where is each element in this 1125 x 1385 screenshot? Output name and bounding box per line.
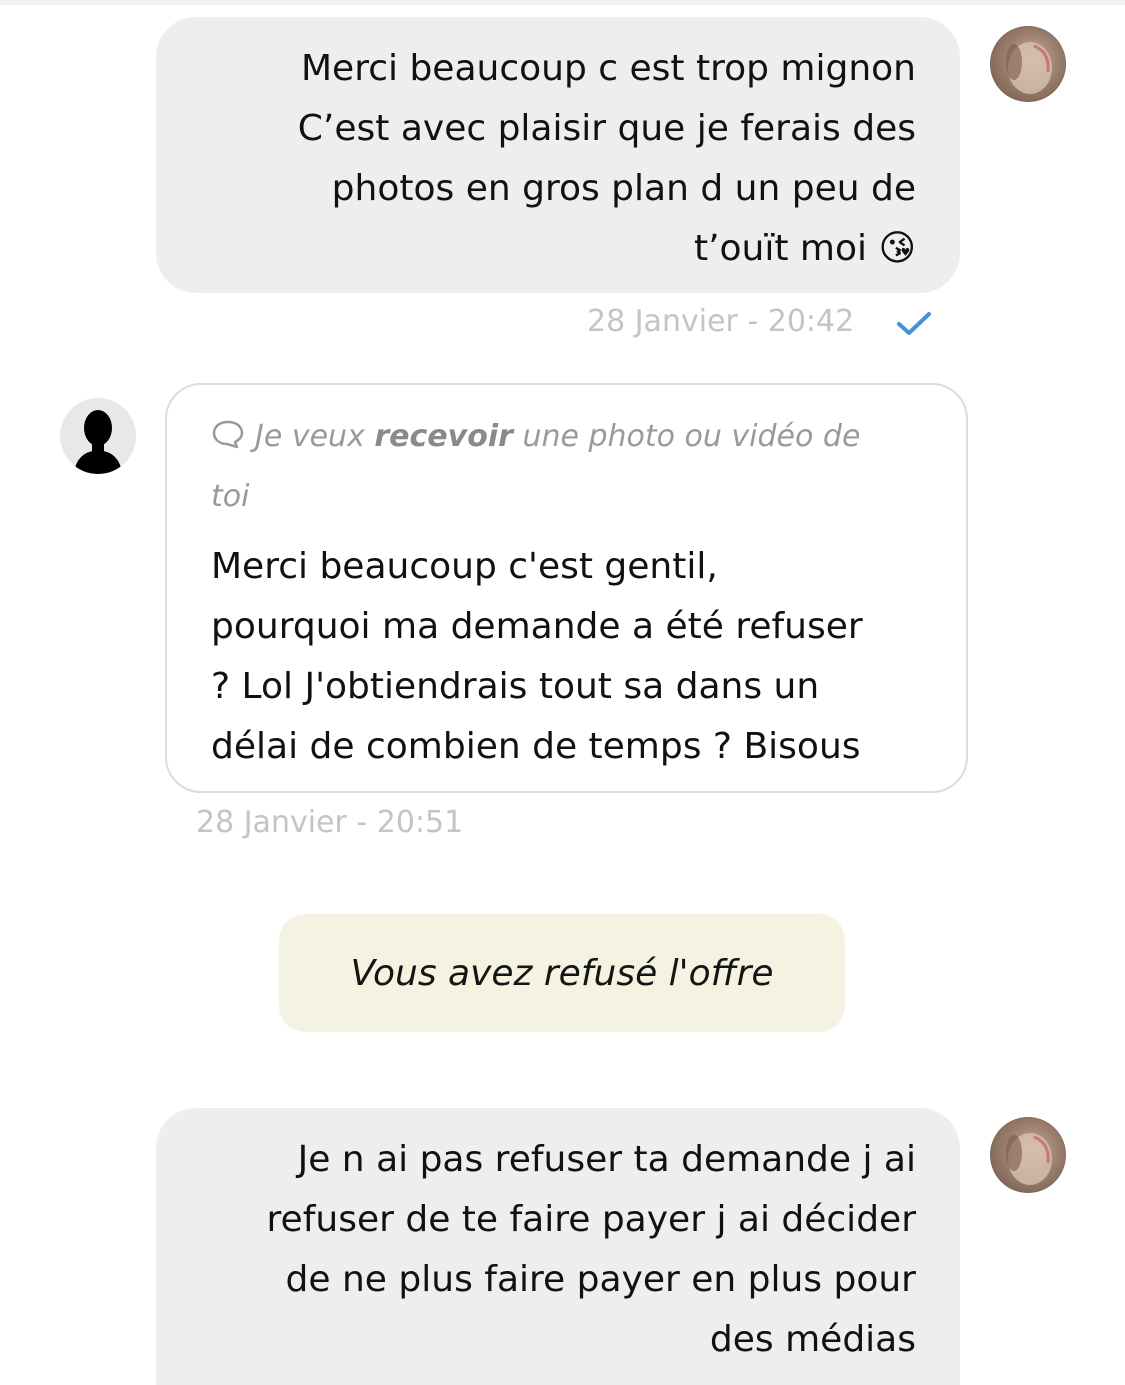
message-text-line: pourquoi ma demande a été refuser: [211, 606, 863, 647]
message-text-line: photos en gros plan d un peu de: [331, 168, 916, 209]
message-timestamp: 28 Janvier - 20:51: [196, 805, 464, 840]
outgoing-message-bubble[interactable]: Merci beaucoup c est trop mignon C’est a…: [156, 17, 960, 293]
kissing-face-emoji: 😘: [878, 228, 916, 269]
outgoing-message-bubble[interactable]: Je n ai pas refuser ta demande j ai refu…: [156, 1108, 960, 1385]
message-text-line: de ne plus faire payer en plus pour: [285, 1259, 916, 1300]
message-text-line: ? Lol J'obtiendrais tout sa dans un: [211, 666, 820, 707]
quoted-offer[interactable]: Je veux recevoir une photo ou vidéo de t…: [211, 407, 926, 527]
message-text-line: t’ouït moi: [693, 228, 868, 269]
message-text-line-with-emoji: t’ouït moi 😘: [216, 219, 916, 279]
quote-keyword: recevoir: [374, 419, 513, 454]
message-text-line: refuser de te faire payer j ai décider: [266, 1199, 916, 1240]
message-text-line: Merci beaucoup c est trop mignon: [301, 48, 916, 89]
speech-bubble-icon: [212, 420, 244, 449]
message-text-line: Merci beaucoup c'est gentil,: [211, 546, 718, 587]
quote-prefix: Je veux: [255, 419, 365, 454]
quote-suffix: une photo ou vidéo de: [522, 419, 861, 454]
my-avatar[interactable]: [990, 1117, 1066, 1193]
check-icon: [897, 312, 931, 335]
quote-line-2: toi: [211, 479, 250, 514]
message-text-line: C’est avec plaisir que je ferais des: [297, 108, 916, 149]
offer-refused-notice: Vous avez refusé l'offre: [279, 914, 845, 1032]
system-message-text: Vous avez refusé l'offre: [350, 952, 774, 994]
message-text-line: Je n ai pas refuser ta demande j ai: [297, 1139, 916, 1180]
incoming-message-bubble[interactable]: Je veux recevoir une photo ou vidéo de t…: [165, 383, 968, 793]
message-text-line: délai de combien de temps ? Bisous: [211, 726, 861, 767]
my-avatar[interactable]: [990, 26, 1066, 102]
message-timestamp: 28 Janvier - 20:42: [587, 304, 855, 339]
contact-avatar[interactable]: [60, 398, 136, 474]
top-divider: [0, 0, 1125, 5]
message-text-line: des médias: [709, 1319, 916, 1360]
